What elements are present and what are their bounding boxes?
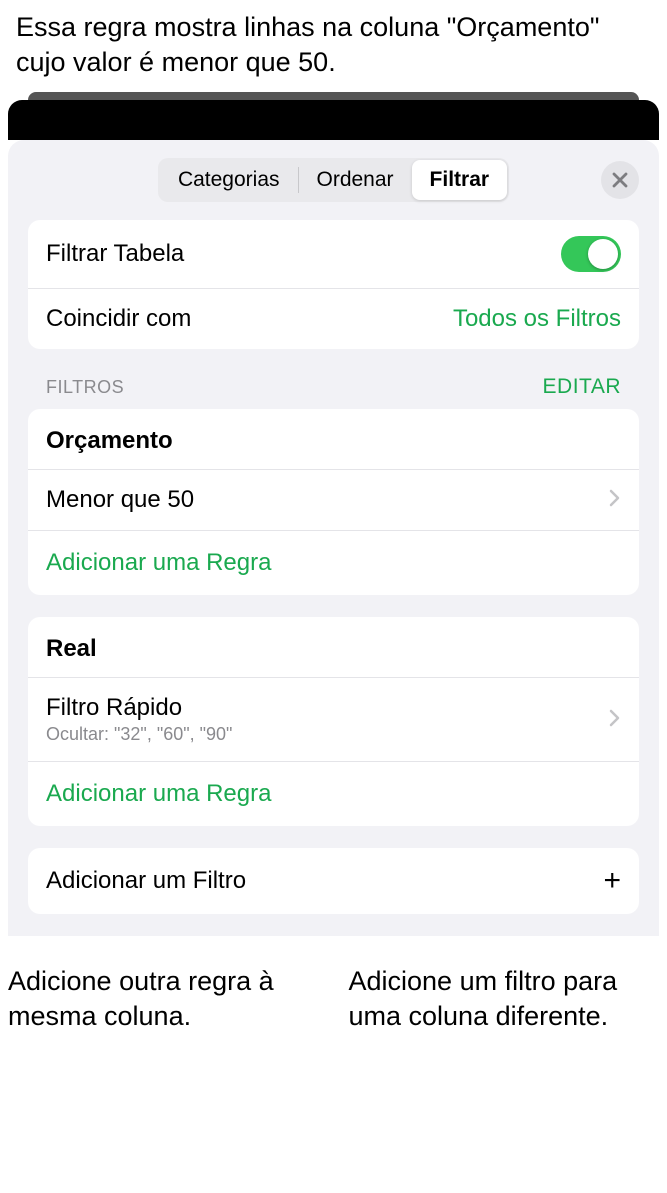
- filter-group-real: Real Filtro Rápido Ocultar: "32", "60", …: [28, 617, 639, 826]
- filters-section-title: FILTROS: [46, 377, 124, 398]
- add-filter-label: Adicionar um Filtro: [46, 867, 246, 895]
- tab-categories[interactable]: Categorias: [160, 160, 298, 200]
- add-rule-orcamento[interactable]: Adicionar uma Regra: [28, 530, 639, 595]
- background-sheet-tip: [28, 92, 639, 100]
- chevron-right-icon: [609, 706, 621, 734]
- filter-table-row: Filtrar Tabela: [28, 220, 639, 288]
- rule-content: Filtro Rápido Ocultar: "32", "60", "90": [46, 694, 232, 745]
- edit-button[interactable]: EDITAR: [543, 375, 621, 399]
- rule-filtro-rapido[interactable]: Filtro Rápido Ocultar: "32", "60", "90": [28, 677, 639, 761]
- tab-sort[interactable]: Ordenar: [299, 160, 412, 200]
- plus-icon: +: [603, 864, 621, 898]
- chevron-right-icon: [609, 486, 621, 514]
- group-title-orcamento: Orçamento: [28, 409, 639, 469]
- bottom-annotations: Adicione outra regra à mesma coluna. Adi…: [0, 936, 667, 1034]
- tab-filter[interactable]: Filtrar: [412, 160, 508, 200]
- rule-subtitle: Ocultar: "32", "60", "90": [46, 724, 232, 745]
- match-row[interactable]: Coincidir com Todos os Filtros: [28, 288, 639, 349]
- filter-table-label: Filtrar Tabela: [46, 240, 184, 268]
- close-button[interactable]: [601, 161, 639, 199]
- sheet-header: Categorias Ordenar Filtrar: [28, 158, 639, 202]
- segmented-control: Categorias Ordenar Filtrar: [158, 158, 509, 202]
- match-value: Todos os Filtros: [453, 305, 621, 333]
- filter-sheet: Categorias Ordenar Filtrar Filtrar Tabel…: [8, 140, 659, 936]
- add-rule-real[interactable]: Adicionar uma Regra: [28, 761, 639, 826]
- add-filter-card: Adicionar um Filtro +: [28, 848, 639, 914]
- filters-section-header: FILTROS EDITAR: [28, 375, 639, 409]
- annotation-bottom-left: Adicione outra regra à mesma coluna.: [8, 964, 319, 1034]
- group-title-real: Real: [28, 617, 639, 677]
- toggle-knob: [588, 239, 618, 269]
- background-dark-band: [8, 100, 659, 140]
- annotation-bottom-right: Adicione um filtro para uma coluna difer…: [349, 964, 660, 1034]
- filter-table-toggle[interactable]: [561, 236, 621, 272]
- rule-label: Menor que 50: [46, 486, 194, 514]
- add-filter-button[interactable]: Adicionar um Filtro +: [28, 848, 639, 914]
- filter-group-orcamento: Orçamento Menor que 50 Adicionar uma Reg…: [28, 409, 639, 595]
- match-label: Coincidir com: [46, 305, 191, 333]
- close-icon: [612, 172, 628, 188]
- annotation-top: Essa regra mostra linhas na coluna "Orça…: [0, 0, 667, 92]
- rule-menor-que-50[interactable]: Menor que 50: [28, 469, 639, 530]
- filter-options-card: Filtrar Tabela Coincidir com Todos os Fi…: [28, 220, 639, 349]
- rule-title: Filtro Rápido: [46, 694, 232, 722]
